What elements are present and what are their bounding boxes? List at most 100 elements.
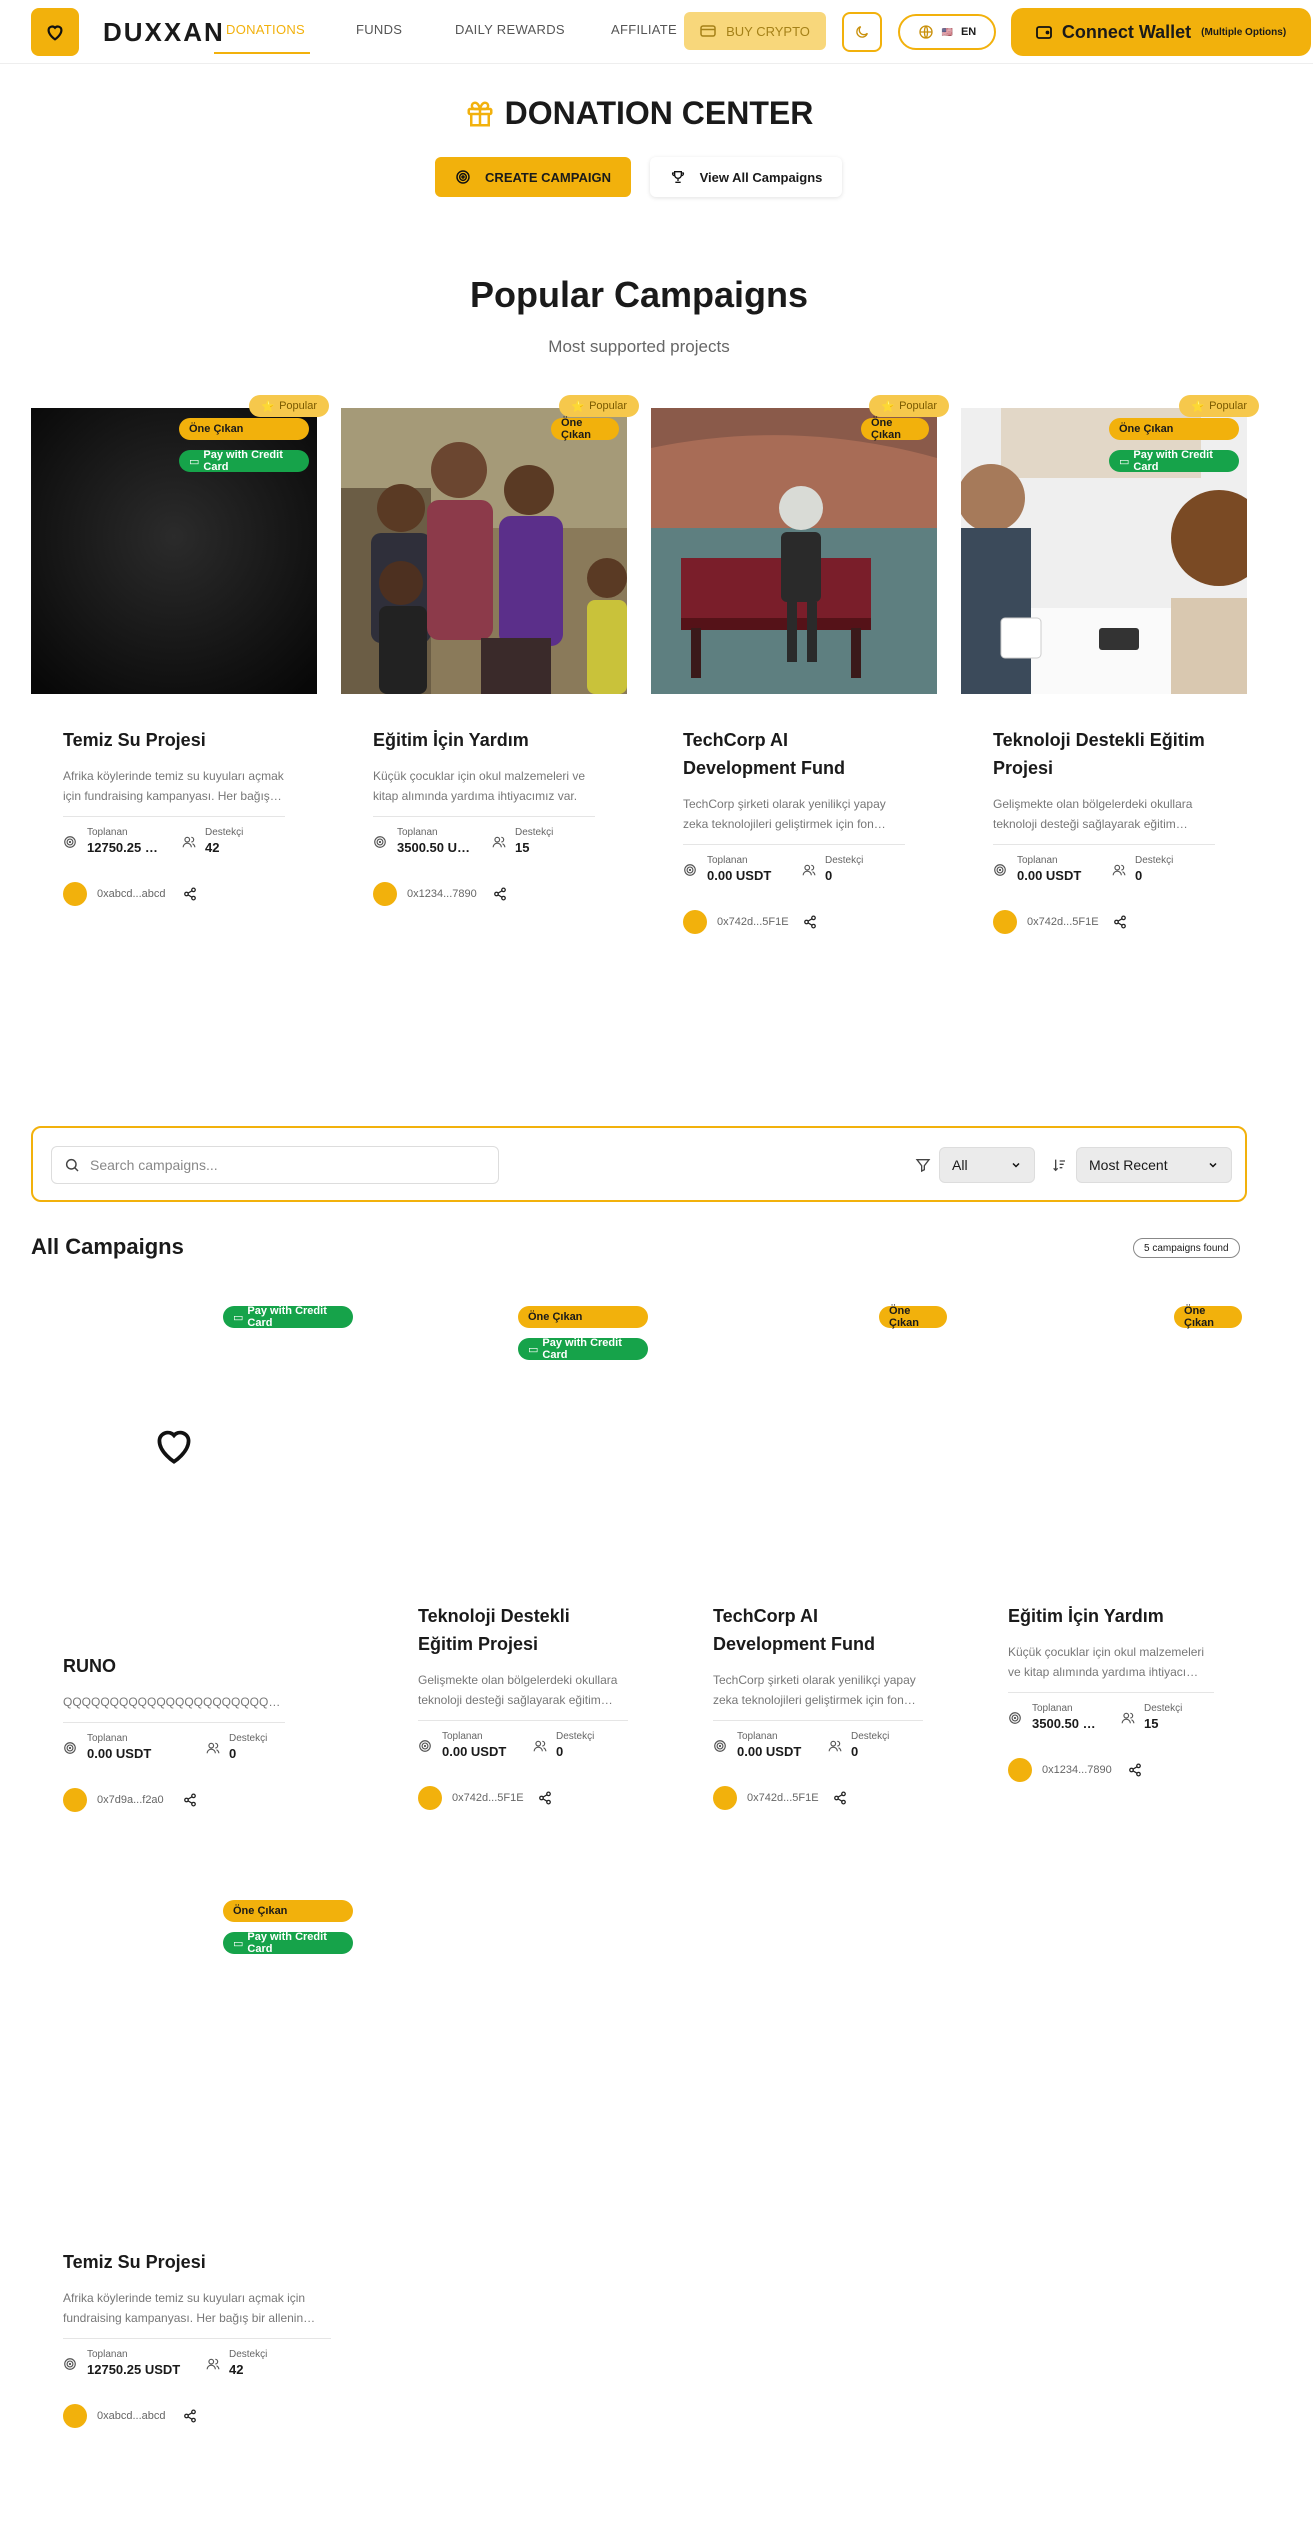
share-icon[interactable]: [183, 1793, 197, 1807]
chevron-down-icon: [1209, 1162, 1217, 1168]
sort-value: Most Recent: [1089, 1157, 1168, 1173]
brand-name[interactable]: DUXXAN: [103, 17, 225, 48]
sort-select[interactable]: Most Recent: [1076, 1147, 1232, 1183]
star-icon: ⭐: [261, 400, 276, 413]
campaign-title: TechCorp AI Development Fund: [683, 730, 846, 778]
supporters-stat: Destekçi 15: [491, 827, 553, 855]
supporters-value: 0: [1135, 868, 1143, 883]
create-campaign-button[interactable]: CREATE CAMPAIGN: [435, 157, 631, 197]
popular-badge-label: Popular: [279, 400, 317, 412]
supporters-stat: Destekçi 0: [827, 1731, 889, 1759]
campaign-description: TechCorp şirketi olarak yenilikçi yapay …: [683, 797, 886, 831]
language-selector[interactable]: 🇺🇸 EN: [898, 14, 996, 50]
share-icon[interactable]: [493, 887, 507, 901]
target-icon: [456, 170, 470, 184]
share-icon[interactable]: [1128, 1763, 1142, 1777]
children-photo: [341, 408, 627, 694]
target-icon: [994, 864, 1006, 876]
nav-donations[interactable]: DONATIONS: [226, 22, 305, 37]
raised-stat: Toplanan 0.00 USDT: [993, 855, 1097, 883]
campaign-title: TechCorp AI Development Fund: [713, 1606, 876, 1654]
popular-badge-label: Popular: [589, 400, 627, 412]
pay-credit-card-badge[interactable]: ▭ Pay with Credit Card: [179, 449, 309, 473]
globe-icon: [919, 25, 933, 39]
category-filter-value: All: [952, 1157, 968, 1173]
raised-label: Toplanan: [87, 1733, 128, 1744]
raised-stat: Toplanan 0.00 USDT: [418, 1731, 532, 1759]
nav-affiliate[interactable]: AFFILIATE: [611, 22, 677, 37]
search-input[interactable]: Search campaigns...: [51, 1146, 499, 1184]
card-footer: 0x742d...5F1E: [713, 1786, 935, 1810]
target-icon: [714, 1740, 726, 1752]
featured-badge: Öne Çıkan: [179, 418, 309, 440]
pay-credit-card-badge[interactable]: ▭ Pay with Credit Card: [223, 1305, 353, 1329]
supporters-label: Destekçi: [851, 1731, 890, 1742]
campaign-description: Gelişmekte olan bölgelerdeki okullara te…: [993, 797, 1193, 831]
share-icon[interactable]: [538, 1791, 552, 1805]
nav-funds[interactable]: FUNDS: [356, 22, 402, 37]
credit-card-icon: ▭: [233, 1311, 244, 1324]
featured-badge: Öne Çıkan: [223, 1900, 353, 1922]
card-footer: 0x7d9a...f2a0: [63, 1788, 285, 1812]
card-icon: [700, 25, 716, 37]
campaign-stats: Toplanan 12750.25 USDT Destekçi 42: [63, 816, 285, 864]
pay-credit-card-badge[interactable]: ▭ Pay with Credit Card: [1109, 449, 1239, 473]
view-all-campaigns-button[interactable]: View All Campaigns: [650, 157, 842, 197]
raised-value: 3500.50 USDT: [397, 840, 477, 855]
pay-credit-card-label: Pay with Credit Card: [247, 1931, 327, 1955]
avatar: [418, 1786, 442, 1810]
supporters-stat: Destekçi 0: [205, 1733, 267, 1761]
card-footer: 0x1234...7890: [373, 882, 595, 906]
search-filter-bar: Search campaigns... All Most Recent: [31, 1126, 1247, 1202]
popular-campaigns-subtitle: Most supported projects: [548, 337, 730, 356]
pay-credit-card-badge[interactable]: ▭ Pay with Credit Card: [518, 1337, 648, 1361]
credit-card-icon: ▭: [189, 455, 200, 468]
owner-address: 0x742d...5F1E: [747, 1792, 819, 1804]
pay-credit-card-badge[interactable]: ▭ Pay with Credit Card: [223, 1931, 353, 1955]
raised-label: Toplanan: [737, 1731, 778, 1742]
wallet-icon: [1035, 26, 1052, 39]
logo-heart-button[interactable]: [31, 8, 79, 56]
target-icon: [419, 1740, 431, 1752]
supporters-stat: Destekçi 0: [532, 1731, 594, 1759]
raised-stat: Toplanan 12750.25 USDT: [63, 827, 167, 855]
campaign-description: Afrika köylerinde temiz su kuyuları açma…: [63, 2291, 306, 2325]
campaign-stats: Toplanan 3500.50 USDT Destekçi 15: [1008, 1692, 1214, 1740]
sort-icon: [1053, 1159, 1065, 1172]
gift-icon: [467, 100, 493, 126]
pay-credit-card-label: Pay with Credit Card: [1133, 449, 1213, 473]
users-icon: [206, 2358, 220, 2370]
share-icon[interactable]: [1113, 915, 1127, 929]
share-icon[interactable]: [183, 887, 197, 901]
credit-card-icon: ▭: [1119, 455, 1130, 468]
target-icon: [64, 2358, 76, 2370]
share-icon[interactable]: [183, 2409, 197, 2423]
campaign-description: QQQQQQQQQQQQQQQQQQQQQQQQQQQQQQ: [63, 1695, 278, 1709]
supporters-stat: Destekçi 42: [205, 2349, 267, 2377]
connect-wallet-button[interactable]: Connect Wallet (Multiple Options): [1011, 8, 1311, 56]
nav-daily-rewards[interactable]: DAILY REWARDS: [455, 22, 565, 37]
share-icon[interactable]: [833, 1791, 847, 1805]
raised-stat: Toplanan 0.00 USDT: [63, 1733, 187, 1761]
view-all-campaigns-label: View All Campaigns: [699, 169, 823, 185]
campaign-stats: Toplanan 0.00 USDT Destekçi 0: [418, 1720, 628, 1768]
supporters-stat: Destekçi 15: [1120, 1703, 1182, 1731]
top-nav: DUXXAN DONATIONS FUNDS DAILY REWARDS AFF…: [0, 0, 1313, 64]
card-body: Eğitim İçin Yardım Küçük çocuklar için o…: [1008, 1602, 1230, 1782]
theme-toggle-button[interactable]: [842, 12, 882, 52]
avatar: [373, 882, 397, 906]
buy-crypto-button[interactable]: BUY CRYPTO: [684, 12, 826, 50]
flag-icon: 🇺🇸: [941, 26, 953, 37]
share-icon[interactable]: [803, 915, 817, 929]
robot-photo: [651, 408, 937, 694]
featured-badge: Öne Çıkan: [861, 417, 929, 441]
campaign-description: TechCorp şirketi olarak yenilikçi yapay …: [713, 1673, 916, 1707]
pay-credit-card-label: Pay with Credit Card: [247, 1305, 327, 1329]
raised-value: 0.00 USDT: [442, 1744, 507, 1759]
owner-address: 0x1234...7890: [1042, 1764, 1112, 1776]
supporters-stat: Destekçi 0: [801, 855, 863, 883]
buy-crypto-label: BUY CRYPTO: [726, 23, 810, 39]
category-filter-select[interactable]: All: [939, 1147, 1035, 1183]
raised-label: Toplanan: [87, 2349, 128, 2360]
campaign-stats: Toplanan 0.00 USDT Destekçi 0: [683, 844, 905, 892]
